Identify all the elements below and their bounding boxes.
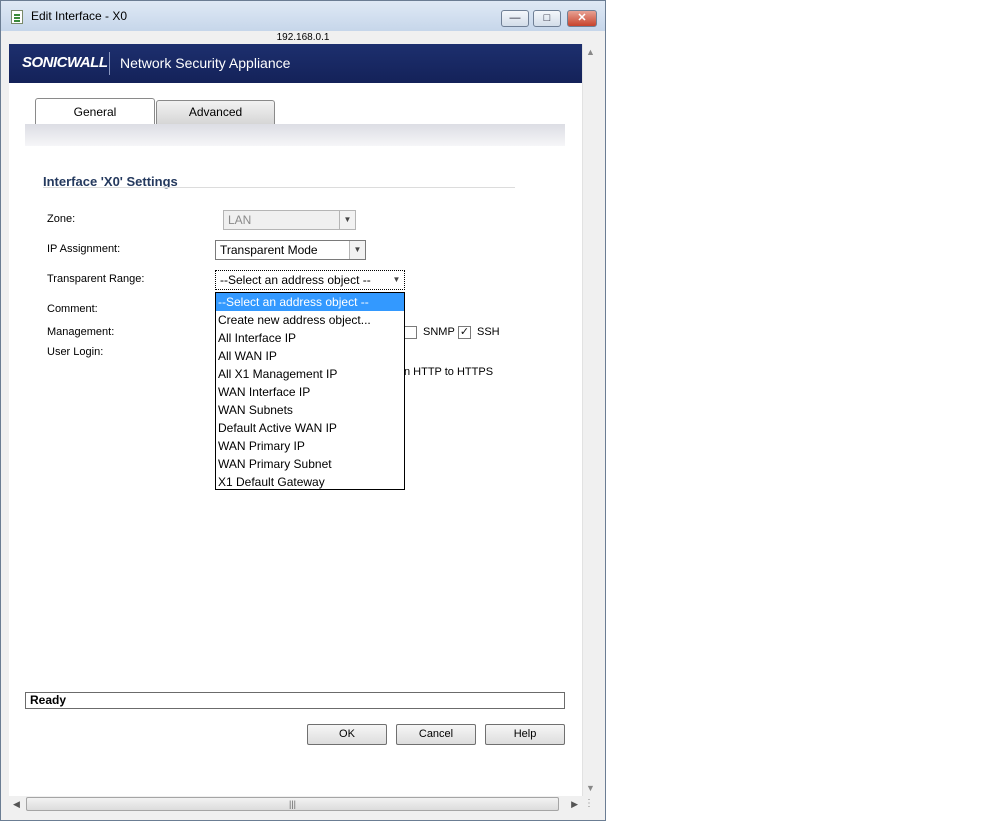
- dropdown-option[interactable]: WAN Primary IP: [216, 437, 404, 455]
- minimize-icon: —: [509, 12, 521, 24]
- cancel-button[interactable]: Cancel: [396, 724, 476, 745]
- ip-assignment-select[interactable]: Transparent Mode ▼: [215, 240, 366, 260]
- chevron-down-icon: ▼: [339, 211, 355, 229]
- ssh-checkbox[interactable]: ✓: [458, 326, 471, 339]
- snmp-label: SNMP: [423, 326, 455, 338]
- dropdown-option[interactable]: --Select an address object --: [216, 293, 404, 311]
- tab-general[interactable]: General: [35, 98, 155, 124]
- edit-interface-window: Edit Interface - X0 — □ ✕ 192.168.0.1 SO…: [0, 0, 606, 821]
- scroll-up-icon[interactable]: ▲: [586, 47, 595, 57]
- scrollbar-thumb[interactable]: |||: [26, 797, 559, 811]
- snmp-checkbox[interactable]: [404, 326, 417, 339]
- dropdown-option[interactable]: All Interface IP: [216, 329, 404, 347]
- scroll-right-icon[interactable]: ▶: [571, 799, 578, 810]
- ok-button[interactable]: OK: [307, 724, 387, 745]
- minimize-button[interactable]: —: [501, 10, 529, 27]
- transparent-range-label: Transparent Range:: [47, 273, 145, 285]
- ip-assignment-label: IP Assignment:: [47, 243, 121, 255]
- user-login-label: User Login:: [47, 346, 104, 358]
- status-bar: Ready: [25, 692, 565, 709]
- title-bar[interactable]: Edit Interface - X0 — □ ✕: [1, 1, 605, 31]
- sonicwall-logo: SONICWALL: [22, 54, 108, 71]
- redirect-http-https-label: n HTTP to HTTPS: [404, 366, 494, 378]
- tab-advanced[interactable]: Advanced: [156, 100, 275, 124]
- ssh-label: SSH: [477, 326, 500, 338]
- page-content: SONICWALL Network Security Appliance Gen…: [9, 44, 582, 796]
- address-bar: 192.168.0.1: [1, 31, 605, 44]
- address-object-dropdown[interactable]: --Select an address object -- Create new…: [215, 292, 405, 490]
- help-button[interactable]: Help: [485, 724, 565, 745]
- dropdown-option[interactable]: Create new address object...: [216, 311, 404, 329]
- transparent-range-value: --Select an address object --: [220, 273, 371, 287]
- management-label: Management:: [47, 326, 115, 338]
- window-title: Edit Interface - X0: [31, 9, 128, 23]
- tab-bar: General Advanced: [25, 98, 565, 146]
- comment-label: Comment:: [47, 303, 98, 315]
- maximize-button[interactable]: □: [533, 10, 561, 27]
- dropdown-option[interactable]: WAN Primary Subnet: [216, 455, 404, 473]
- close-icon: ✕: [577, 12, 587, 24]
- tab-band: [25, 124, 565, 146]
- scroll-left-icon[interactable]: ◀: [13, 799, 20, 810]
- vertical-scrollbar[interactable]: ▲ ▼: [582, 44, 599, 796]
- zone-select: LAN ▼: [223, 210, 356, 230]
- horizontal-scrollbar[interactable]: ◀ ||| ▶: [9, 796, 582, 813]
- section-divider: [43, 187, 515, 188]
- chevron-down-icon: ▼: [389, 271, 404, 289]
- close-button[interactable]: ✕: [567, 10, 597, 27]
- transparent-range-select[interactable]: --Select an address object -- ▼: [215, 270, 405, 290]
- maximize-icon: □: [543, 12, 551, 24]
- product-name: Network Security Appliance: [120, 55, 291, 71]
- dropdown-option[interactable]: All WAN IP: [216, 347, 404, 365]
- dropdown-option[interactable]: All X1 Management IP: [216, 365, 404, 383]
- dropdown-option[interactable]: X1 Default Gateway: [216, 473, 404, 491]
- dropdown-option[interactable]: Default Active WAN IP: [216, 419, 404, 437]
- chevron-down-icon: ▼: [349, 241, 365, 259]
- resize-grip-icon[interactable]: ⋮: [584, 798, 598, 812]
- banner-divider: [109, 52, 110, 75]
- dropdown-option[interactable]: WAN Interface IP: [216, 383, 404, 401]
- zone-label: Zone:: [47, 213, 76, 225]
- header-banner: SONICWALL Network Security Appliance: [9, 44, 582, 83]
- zone-value: LAN: [228, 213, 252, 227]
- dropdown-option[interactable]: WAN Subnets: [216, 401, 404, 419]
- checkmark-icon: ✓: [459, 326, 470, 338]
- scroll-down-icon[interactable]: ▼: [586, 783, 595, 793]
- document-icon: [11, 10, 23, 24]
- ip-assignment-value: Transparent Mode: [220, 243, 318, 257]
